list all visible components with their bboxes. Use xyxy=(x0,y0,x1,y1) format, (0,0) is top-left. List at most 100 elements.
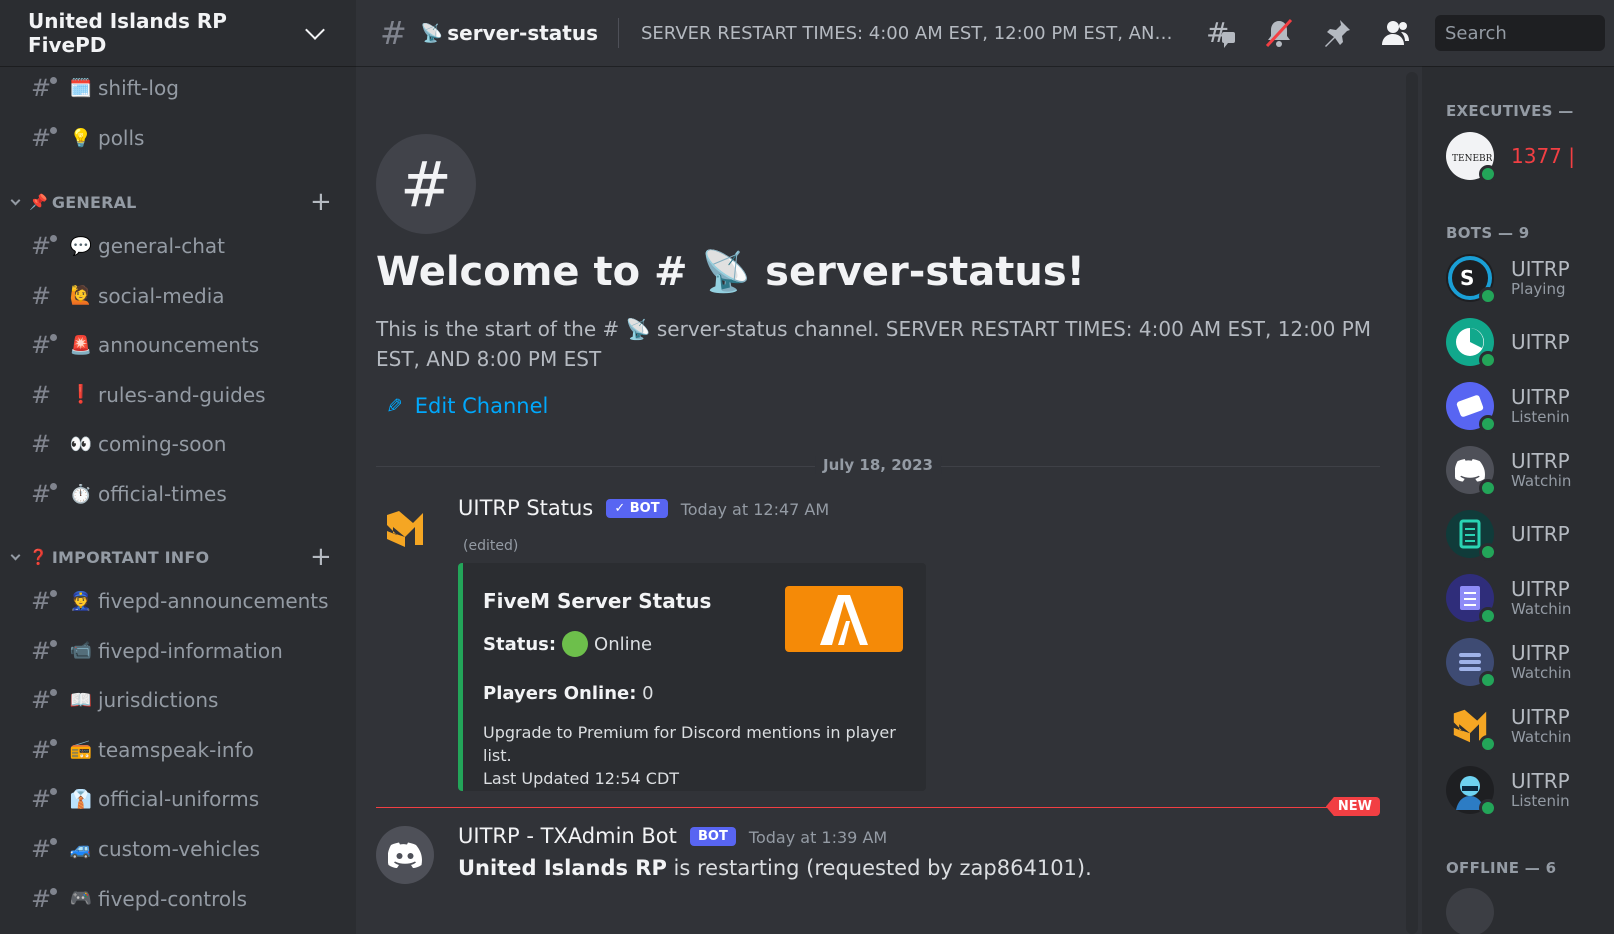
channel-hash-icon: # xyxy=(28,124,57,152)
date-label: July 18, 2023 xyxy=(815,456,941,474)
online-status-icon xyxy=(1479,287,1497,305)
header-divider xyxy=(618,18,619,48)
status-label: Status: xyxy=(483,633,557,655)
players-label: Players Online: xyxy=(483,683,637,704)
channel-item-coming-soon[interactable]: # 👀 coming-soon xyxy=(28,426,227,462)
member-item[interactable]: UITRP Watchin xyxy=(1446,572,1572,625)
member-item[interactable]: S UITRP Playing xyxy=(1446,252,1570,305)
member-item[interactable]: UITRP Listenin xyxy=(1446,764,1570,817)
message-author[interactable]: UITRP - TXAdmin Bot xyxy=(458,824,677,848)
category-emoji: ❓ xyxy=(29,548,48,566)
member-name: UITRP xyxy=(1511,449,1570,473)
member-text: UITRP Watchin xyxy=(1511,706,1571,746)
channel-item-social-media[interactable]: # 🙋 social-media xyxy=(28,278,225,314)
channel-item-rules-and-guides[interactable]: # ❗ rules-and-guides xyxy=(28,377,266,413)
threads-icon[interactable]: # xyxy=(1203,15,1239,51)
channel-emoji: 📖 xyxy=(69,689,93,711)
channel-item-fivepd-announcements[interactable]: # 👮 fivepd-announcements xyxy=(28,583,329,619)
channel-hash-icon: # xyxy=(28,835,57,863)
message-bold-text: United Islands RP xyxy=(458,856,667,880)
channel-hash-icon: # xyxy=(28,331,57,359)
channel-item-fivepd-information[interactable]: # 📹 fivepd-information xyxy=(28,633,283,669)
avatar xyxy=(1446,318,1497,369)
member-name: UITRP xyxy=(1511,577,1570,601)
channel-label: rules-and-guides xyxy=(98,382,266,407)
avatar[interactable] xyxy=(376,826,434,884)
channel-emoji: 👮 xyxy=(69,590,93,612)
channel-item-custom-vehicles[interactable]: # 🚙 custom-vehicles xyxy=(28,831,260,867)
channel-item-teamspeak-info[interactable]: # 📻 teamspeak-info xyxy=(28,732,254,768)
channel-label: fivepd-announcements xyxy=(98,589,329,613)
discord-logo-icon xyxy=(388,842,422,868)
member-category-header: EXECUTIVES — xyxy=(1446,102,1574,120)
mute-bell-icon[interactable] xyxy=(1261,15,1297,51)
chevron-down-icon xyxy=(10,195,21,205)
channel-hash-icon: # xyxy=(30,281,52,310)
channel-item-official-uniforms[interactable]: # 👔 official-uniforms xyxy=(28,781,259,817)
channel-emoji: 📡 xyxy=(420,22,444,44)
member-item[interactable]: UITRP Watchin xyxy=(1446,700,1571,753)
channel-item-polls[interactable]: # 💡 polls xyxy=(28,120,145,156)
add-channel-icon[interactable]: + xyxy=(310,189,332,215)
member-item[interactable]: UITRP Listenin xyxy=(1446,380,1570,433)
avatar: TENEBRE xyxy=(1446,132,1497,183)
member-name: 1377 | xyxy=(1511,144,1575,168)
member-item[interactable]: UITRP Watchin xyxy=(1446,636,1571,689)
channel-hash-icon: # xyxy=(28,74,57,102)
channel-hash-icon: # xyxy=(28,885,57,913)
online-status-icon xyxy=(1479,607,1497,625)
channel-item-jurisdictions[interactable]: # 📖 jurisdictions xyxy=(28,682,218,718)
channel-label: teamspeak-info xyxy=(98,737,254,762)
svg-text:TENEBRE: TENEBRE xyxy=(1452,154,1492,164)
channel-label: polls xyxy=(98,126,145,150)
channel-emoji: 📹 xyxy=(69,640,93,662)
member-item[interactable]: TENEBRE 1377 | xyxy=(1446,130,1575,183)
scrollbar[interactable] xyxy=(1406,72,1418,934)
message-author[interactable]: UITRP Status xyxy=(458,496,593,520)
category-header[interactable]: ❓ IMPORTANT INFO + xyxy=(10,544,332,570)
channel-hash-icon: # xyxy=(28,785,57,813)
channel-label: general-chat xyxy=(98,234,226,258)
fivem-logo-icon[interactable] xyxy=(785,586,903,652)
avatar xyxy=(1446,702,1497,753)
channel-label: social-media xyxy=(98,283,225,308)
avatar[interactable] xyxy=(376,500,434,558)
member-item[interactable]: UITRP xyxy=(1446,508,1570,561)
status-embed: FiveM Server Status Status: Online Playe… xyxy=(458,563,926,791)
chevron-down-icon xyxy=(10,550,21,560)
channel-item-fivepd-controls[interactable]: # 🎮 fivepd-controls xyxy=(28,881,247,917)
online-status-icon xyxy=(1479,415,1497,433)
channel-item-announcements[interactable]: # 🚨 announcements xyxy=(28,327,259,363)
online-status-icon xyxy=(1479,165,1497,183)
member-name: UITRP xyxy=(1511,705,1570,729)
category-emoji: 📌 xyxy=(29,193,48,211)
channel-hash-icon: # xyxy=(30,380,52,409)
avatar xyxy=(1446,638,1497,689)
member-name: UITRP xyxy=(1511,385,1570,409)
server-header[interactable]: United Islands RP FivePD xyxy=(0,0,356,66)
bot-badge: BOT xyxy=(689,827,736,846)
search-input[interactable]: Search xyxy=(1435,15,1605,51)
chevron-down-icon[interactable] xyxy=(305,19,325,40)
member-name: UITRP xyxy=(1511,522,1570,546)
pin-icon[interactable] xyxy=(1319,15,1355,51)
svg-text:S: S xyxy=(1460,266,1474,290)
add-channel-icon[interactable]: + xyxy=(310,544,332,570)
channel-item-general-chat[interactable]: # 💬 general-chat xyxy=(28,228,225,264)
members-icon[interactable] xyxy=(1377,15,1413,51)
online-status-icon xyxy=(1479,799,1497,817)
channel-item-official-times[interactable]: # ⏱️ official-times xyxy=(28,476,227,512)
channel-emoji: 💬 xyxy=(69,235,93,257)
channel-item-shift-log[interactable]: # 🗓️ shift-log xyxy=(28,70,179,106)
member-item[interactable]: UITRP Watchin xyxy=(1446,444,1571,497)
channel-label: jurisdictions xyxy=(98,688,219,713)
edit-channel-label: Edit Channel xyxy=(414,394,549,418)
channel-label: announcements xyxy=(98,333,260,358)
category-header[interactable]: 📌 GENERAL + xyxy=(10,189,332,215)
member-text: UITRP Listenin xyxy=(1511,770,1570,810)
channel-topic[interactable]: SERVER RESTART TIMES: 4:00 AM EST, 12:00… xyxy=(641,23,1181,44)
channel-hash-icon: # xyxy=(28,480,57,508)
edit-channel-link[interactable]: ✎ Edit Channel xyxy=(386,394,548,418)
member-item[interactable]: UITRP xyxy=(1446,316,1570,369)
member-activity: Watchin xyxy=(1511,600,1572,618)
